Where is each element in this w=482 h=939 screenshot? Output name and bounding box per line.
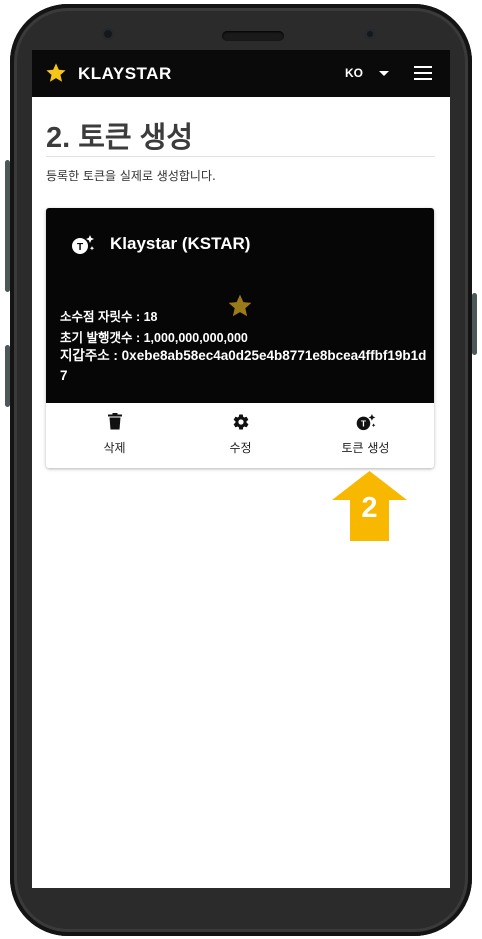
hamburger-menu-icon[interactable] — [414, 66, 432, 80]
trash-icon — [107, 413, 122, 430]
create-token-button-label: 토큰 생성 — [341, 441, 390, 455]
power-button — [472, 293, 477, 355]
create-token-button[interactable]: T 토큰 생성 — [301, 403, 430, 468]
phone-speaker — [222, 31, 284, 41]
star-icon — [228, 294, 252, 317]
gear-icon — [233, 414, 248, 430]
app-bar: KLAYSTAR KO — [32, 50, 450, 97]
title-divider — [46, 156, 435, 157]
brand-title[interactable]: KLAYSTAR — [78, 64, 172, 84]
phone-sensor — [365, 29, 375, 39]
edit-button-label: 수정 — [229, 441, 252, 455]
page-title: 2. 토큰 생성 — [46, 122, 194, 154]
step-number: 2 — [361, 492, 378, 524]
token-card-actions: 삭제 수정 T 토큰 생성 — [46, 403, 434, 468]
volume-button — [5, 160, 10, 292]
bixby-button — [5, 345, 10, 407]
token-create-icon: T — [356, 414, 375, 431]
token-icon: T — [72, 235, 95, 254]
page-subtitle: 등록한 토큰을 실제로 생성합니다. — [46, 169, 216, 183]
delete-button[interactable]: 삭제 — [50, 403, 179, 468]
star-icon[interactable] — [45, 62, 67, 84]
app-screen: KLAYSTAR KO 2. 토큰 생성 등록한 토큰을 실제로 생성합니다. … — [32, 50, 450, 888]
token-initial-supply: 초기 발행갯수 : 1,000,000,000,000 — [60, 331, 248, 345]
chevron-down-icon[interactable] — [379, 71, 389, 76]
front-camera — [102, 28, 114, 40]
token-wallet-address: 지갑주소 : 0xebe8ab58ec4a0d25e4b8771e8bcea4f… — [60, 348, 427, 383]
step-arrow-annotation: 2 — [332, 471, 407, 541]
token-card: T Klaystar (KSTAR) 소수점 자릿수 : 18 초기 발행갯수 … — [46, 208, 434, 468]
token-decimals: 소수점 자릿수 : 18 — [60, 310, 158, 324]
language-selector[interactable]: KO — [345, 66, 363, 80]
delete-button-label: 삭제 — [103, 441, 126, 455]
svg-text:T: T — [77, 242, 83, 253]
svg-text:T: T — [360, 419, 366, 429]
token-card-header: T Klaystar (KSTAR) 소수점 자릿수 : 18 초기 발행갯수 … — [46, 208, 434, 403]
token-name: Klaystar (KSTAR) — [110, 234, 251, 253]
edit-button[interactable]: 수정 — [176, 403, 305, 468]
